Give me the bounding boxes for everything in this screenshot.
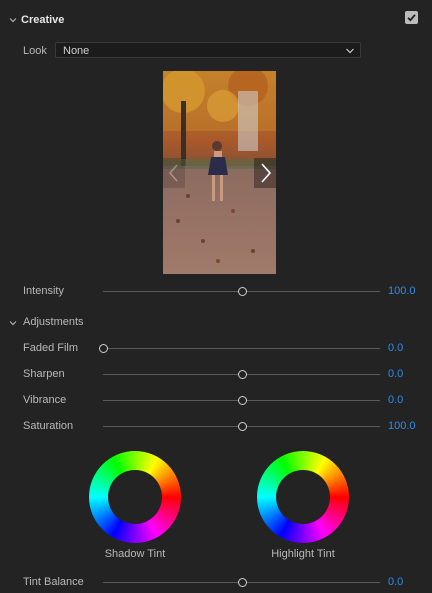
look-dropdown-value: None <box>63 45 90 57</box>
chevron-left-icon[interactable] <box>163 158 185 188</box>
intensity-label: Intensity <box>23 285 64 297</box>
adjustments-title: Adjustments <box>23 316 84 328</box>
faded-film-row: Faded Film 0.0 <box>0 342 432 358</box>
adjustments-header[interactable]: Adjustments <box>0 316 432 332</box>
shadow-tint-label: Shadow Tint <box>104 548 166 560</box>
vibrance-slider-thumb[interactable] <box>237 396 247 405</box>
saturation-label: Saturation <box>23 420 74 432</box>
saturation-value[interactable]: 100.0 <box>388 420 416 432</box>
highlight-tint-label: Highlight Tint <box>271 548 335 560</box>
tint-balance-label: Tint Balance <box>23 576 84 588</box>
vibrance-value[interactable]: 0.0 <box>388 394 403 406</box>
saturation-row: Saturation 100.0 <box>0 420 432 436</box>
tint-balance-slider-thumb[interactable] <box>237 578 247 587</box>
vibrance-label: Vibrance <box>23 394 67 406</box>
section-enable-checkbox[interactable] <box>405 11 418 24</box>
vibrance-row: Vibrance 0.0 <box>0 394 432 410</box>
chevron-right-icon[interactable] <box>254 158 276 188</box>
sharpen-row: Sharpen 0.0 <box>0 368 432 384</box>
saturation-slider-thumb[interactable] <box>237 422 247 431</box>
shadow-tint-center <box>108 470 162 524</box>
faded-film-slider-track[interactable] <box>103 348 380 349</box>
creative-panel: Creative Look None Intensity 100.0 Adjus… <box>0 0 432 593</box>
look-preview-image <box>163 71 276 274</box>
look-dropdown[interactable]: None <box>55 42 361 58</box>
section-title: Creative <box>21 14 65 26</box>
sharpen-label: Sharpen <box>23 368 65 380</box>
shadow-tint-wheel[interactable] <box>89 451 181 543</box>
look-label: Look <box>23 45 47 57</box>
intensity-slider-thumb[interactable] <box>237 287 247 296</box>
creative-section-header[interactable]: Creative <box>0 10 432 30</box>
chevron-down-icon[interactable] <box>8 318 18 328</box>
highlight-tint-center <box>276 470 330 524</box>
sharpen-slider-thumb[interactable] <box>237 370 247 379</box>
tint-balance-row: Tint Balance 0.0 <box>0 576 432 592</box>
highlight-tint-wheel[interactable] <box>257 451 349 543</box>
chevron-down-icon[interactable] <box>8 15 18 25</box>
faded-film-label: Faded Film <box>23 342 79 354</box>
sharpen-value[interactable]: 0.0 <box>388 368 403 380</box>
faded-film-slider-thumb[interactable] <box>99 344 108 353</box>
chevron-down-icon <box>345 46 355 54</box>
intensity-row: Intensity 100.0 <box>0 285 432 301</box>
intensity-value[interactable]: 100.0 <box>388 285 416 297</box>
tint-balance-value[interactable]: 0.0 <box>388 576 403 588</box>
faded-film-value[interactable]: 0.0 <box>388 342 403 354</box>
